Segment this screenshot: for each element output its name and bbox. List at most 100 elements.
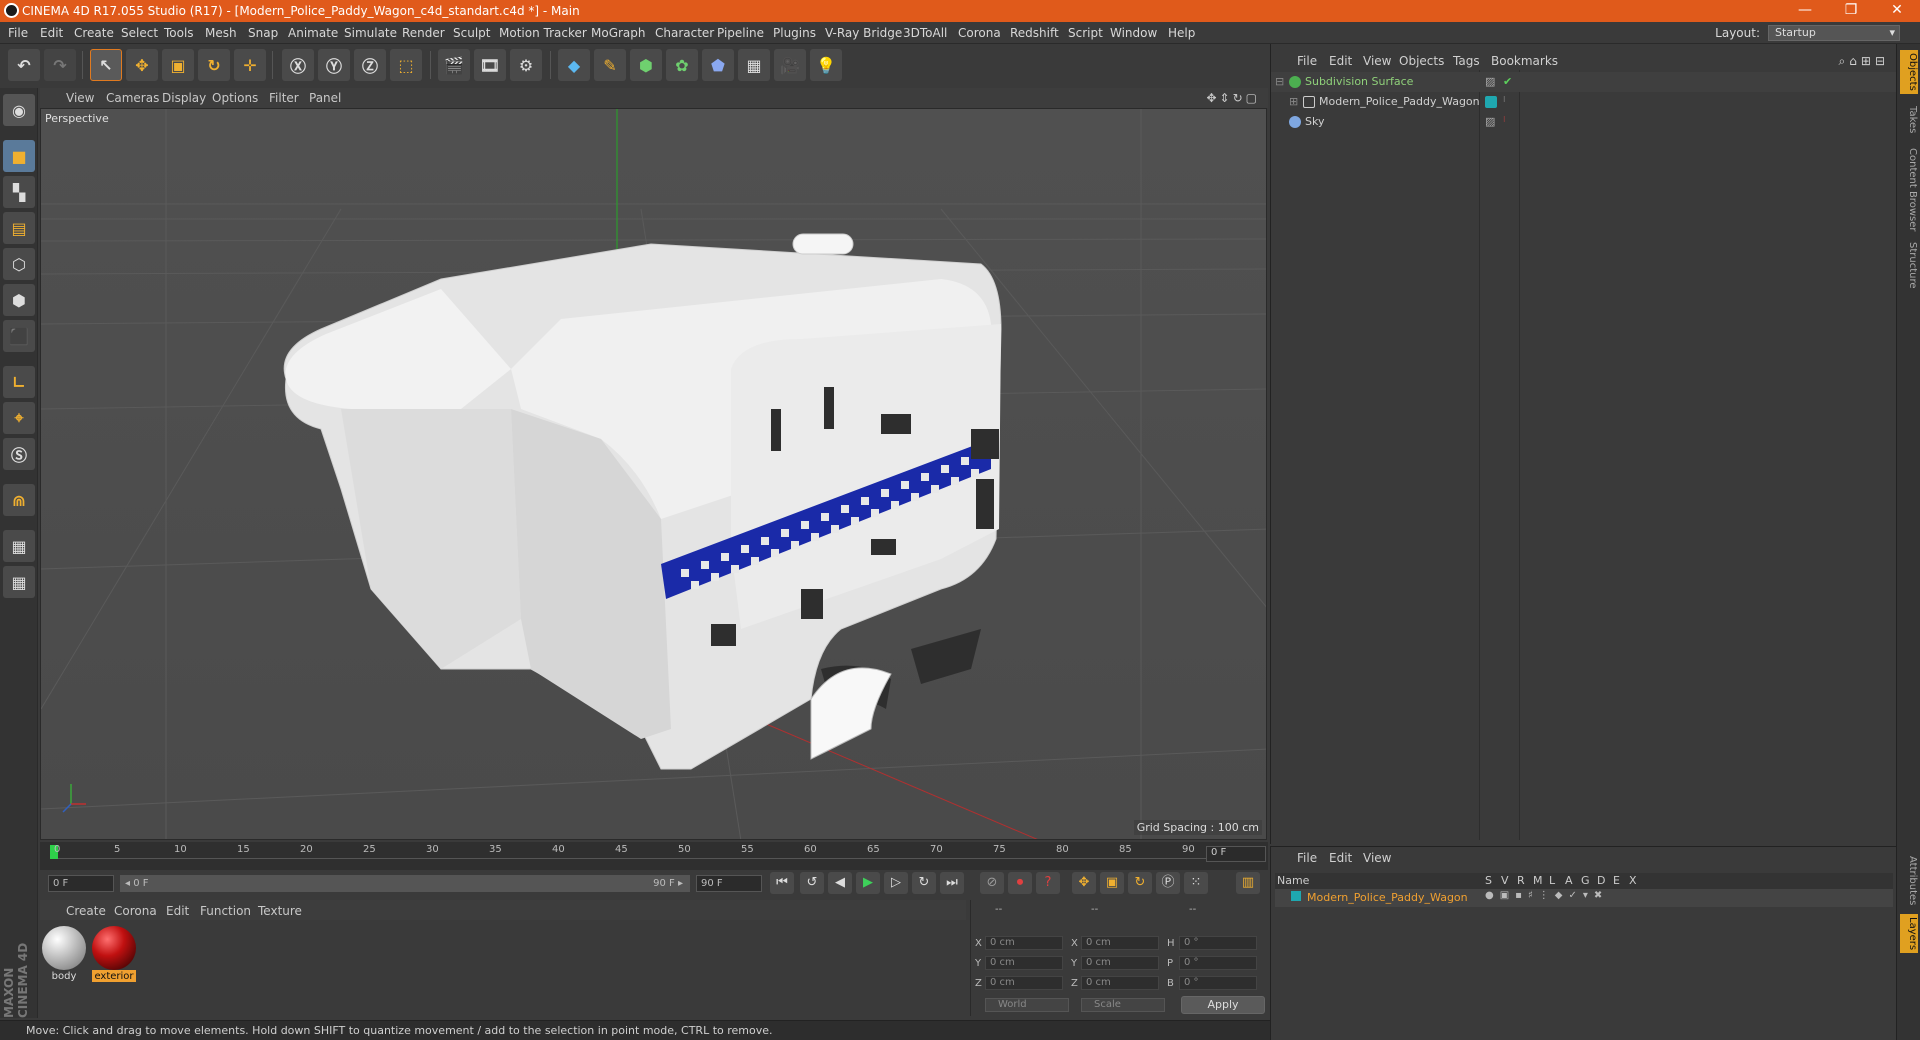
autokey-button[interactable]: ⏺: [1008, 872, 1032, 894]
layer-col-solo[interactable]: S: [1485, 874, 1492, 887]
tweak-mode-button[interactable]: ⌖: [3, 402, 35, 434]
menu-mograph[interactable]: MoGraph: [591, 26, 646, 40]
layer-col-locked[interactable]: L: [1549, 874, 1555, 887]
layer-col-deformers[interactable]: D: [1597, 874, 1605, 887]
menu-redshift[interactable]: Redshift: [1010, 26, 1059, 40]
objects-menu-tags[interactable]: Tags: [1453, 54, 1480, 68]
rotation-h-field[interactable]: 0 °: [1179, 936, 1257, 950]
menu-simulate[interactable]: Simulate: [344, 26, 397, 40]
object-row[interactable]: ⊞ Modern_Police_Paddy_Wagon ⁝: [1271, 92, 1897, 112]
move-tool[interactable]: ✥: [126, 49, 158, 81]
start-frame-field[interactable]: 0 F: [48, 875, 114, 892]
make-editable-button[interactable]: ◉: [3, 94, 35, 126]
restore-button[interactable]: ❐: [1828, 0, 1874, 22]
x-axis-lock[interactable]: Ⓧ: [282, 49, 314, 81]
go-to-start-button[interactable]: ⏮: [770, 872, 794, 894]
viewport-nav-icons[interactable]: ✥⇕↻▢: [1206, 91, 1260, 105]
add-cube-button[interactable]: ◆: [558, 49, 590, 81]
position-key-button[interactable]: ✥: [1072, 872, 1096, 894]
objects-menu-view[interactable]: View: [1363, 54, 1391, 68]
add-subdivision-button[interactable]: ⬢: [630, 49, 662, 81]
menu-script[interactable]: Script: [1068, 26, 1103, 40]
next-key-button[interactable]: ↻: [912, 872, 936, 894]
z-axis-lock[interactable]: Ⓩ: [354, 49, 386, 81]
menu-sculpt[interactable]: Sculpt: [453, 26, 490, 40]
parameter-key-button[interactable]: Ⓟ: [1156, 872, 1180, 894]
tab-layers[interactable]: Layers: [1900, 914, 1918, 954]
add-camera-button[interactable]: 🎥: [774, 49, 806, 81]
object-row[interactable]: ⊟ Subdivision Surface ▨ ✔: [1271, 72, 1897, 92]
add-mograph-button[interactable]: ✿: [666, 49, 698, 81]
layer-row[interactable]: Modern_Police_Paddy_Wagon ●▣▪♯⋮◆✓▾✖: [1275, 889, 1893, 907]
go-to-end-button[interactable]: ⏭: [940, 872, 964, 894]
perspective-viewport[interactable]: Perspective Grid Spacing : 100 cm: [40, 108, 1267, 840]
position-z-field[interactable]: 0 cm: [985, 976, 1063, 990]
position-y-field[interactable]: 0 cm: [985, 956, 1063, 970]
layout-select[interactable]: Startup ▾: [1768, 25, 1900, 41]
viewport-menu-options[interactable]: Options: [212, 91, 258, 105]
locked-workplane-button[interactable]: ▦: [3, 530, 35, 562]
layer-col-manager[interactable]: M: [1533, 874, 1543, 887]
polygons-mode-button[interactable]: ⬛: [3, 320, 35, 352]
tab-takes[interactable]: Takes: [1900, 106, 1918, 133]
render-to-picture-viewer-button[interactable]: 🎞: [474, 49, 506, 81]
viewport-camera-label[interactable]: Perspective: [45, 112, 109, 125]
visibility-dots-icon[interactable]: ⁝: [1503, 95, 1506, 104]
end-frame-field[interactable]: 90 F: [696, 875, 762, 892]
layers-menu-edit[interactable]: Edit: [1329, 851, 1352, 865]
material-menu-function[interactable]: Function: [200, 904, 251, 918]
add-deformer-button[interactable]: ⬟: [702, 49, 734, 81]
menu-plugins[interactable]: Plugins: [773, 26, 816, 40]
rotation-p-field[interactable]: 0 °: [1179, 956, 1257, 970]
previous-frame-button[interactable]: ◀: [828, 872, 852, 894]
objects-menu-edit[interactable]: Edit: [1329, 54, 1352, 68]
material-menu-texture[interactable]: Texture: [258, 904, 302, 918]
menu-mesh[interactable]: Mesh: [205, 26, 237, 40]
redo-button[interactable]: ↷: [44, 49, 76, 81]
size-mode-dropdown[interactable]: Scale: [1081, 998, 1165, 1012]
layer-toggle-icons[interactable]: ●▣▪♯⋮◆✓▾✖: [1485, 890, 1608, 901]
menu-file[interactable]: File: [8, 26, 28, 40]
menu-pipeline[interactable]: Pipeline: [717, 26, 764, 40]
menu-tools[interactable]: Tools: [164, 26, 194, 40]
layer-color-chip[interactable]: [1291, 891, 1301, 901]
tab-content-browser[interactable]: Content Browser: [1900, 148, 1918, 231]
menu-vray-bridge[interactable]: V-Ray Bridge: [825, 26, 902, 40]
layer-col-view[interactable]: V: [1501, 874, 1509, 887]
render-view-button[interactable]: 🎬: [438, 49, 470, 81]
rotation-b-field[interactable]: 0 °: [1179, 976, 1257, 990]
live-selection-tool[interactable]: ↖: [90, 49, 122, 81]
tab-attributes[interactable]: Attributes: [1900, 856, 1918, 905]
size-y-field[interactable]: 0 cm: [1081, 956, 1159, 970]
layer-col-xref[interactable]: X: [1629, 874, 1637, 887]
layers-menu-view[interactable]: View: [1363, 851, 1391, 865]
magnet-button[interactable]: ⋒: [3, 484, 35, 516]
minimize-button[interactable]: —: [1782, 0, 1828, 22]
menu-select[interactable]: Select: [121, 26, 158, 40]
layer-col-generators[interactable]: G: [1581, 874, 1590, 887]
apply-button[interactable]: Apply: [1181, 996, 1265, 1014]
layers-menu-file[interactable]: File: [1297, 851, 1317, 865]
edges-mode-button[interactable]: ⬢: [3, 284, 35, 316]
enabled-check-icon[interactable]: ✔: [1503, 75, 1512, 88]
snap-button[interactable]: Ⓢ: [3, 438, 35, 470]
viewport-menu-display[interactable]: Display: [162, 91, 206, 105]
timeline-window-button[interactable]: ▥: [1236, 872, 1260, 894]
planar-workplane-button[interactable]: ▦: [3, 566, 35, 598]
next-frame-button[interactable]: ▷: [884, 872, 908, 894]
position-x-field[interactable]: 0 cm: [985, 936, 1063, 950]
visibility-toggle-icon[interactable]: ▨: [1485, 75, 1495, 88]
menu-character[interactable]: Character: [655, 26, 714, 40]
material-swatch[interactable]: exterior: [92, 926, 136, 982]
viewport-menu-panel[interactable]: Panel: [309, 91, 341, 105]
y-axis-lock[interactable]: Ⓨ: [318, 49, 350, 81]
objects-menu-file[interactable]: File: [1297, 54, 1317, 68]
menu-animate[interactable]: Animate: [288, 26, 338, 40]
visibility-dots-icon[interactable]: ⁝: [1503, 115, 1506, 124]
viewport-menu-view[interactable]: View: [66, 91, 94, 105]
material-menu-edit[interactable]: Edit: [166, 904, 189, 918]
menu-motion-tracker[interactable]: Motion Tracker: [499, 26, 587, 40]
collapse-icon[interactable]: ⊟: [1275, 75, 1284, 88]
layer-col-expressions[interactable]: E: [1613, 874, 1620, 887]
close-button[interactable]: ✕: [1874, 0, 1920, 22]
